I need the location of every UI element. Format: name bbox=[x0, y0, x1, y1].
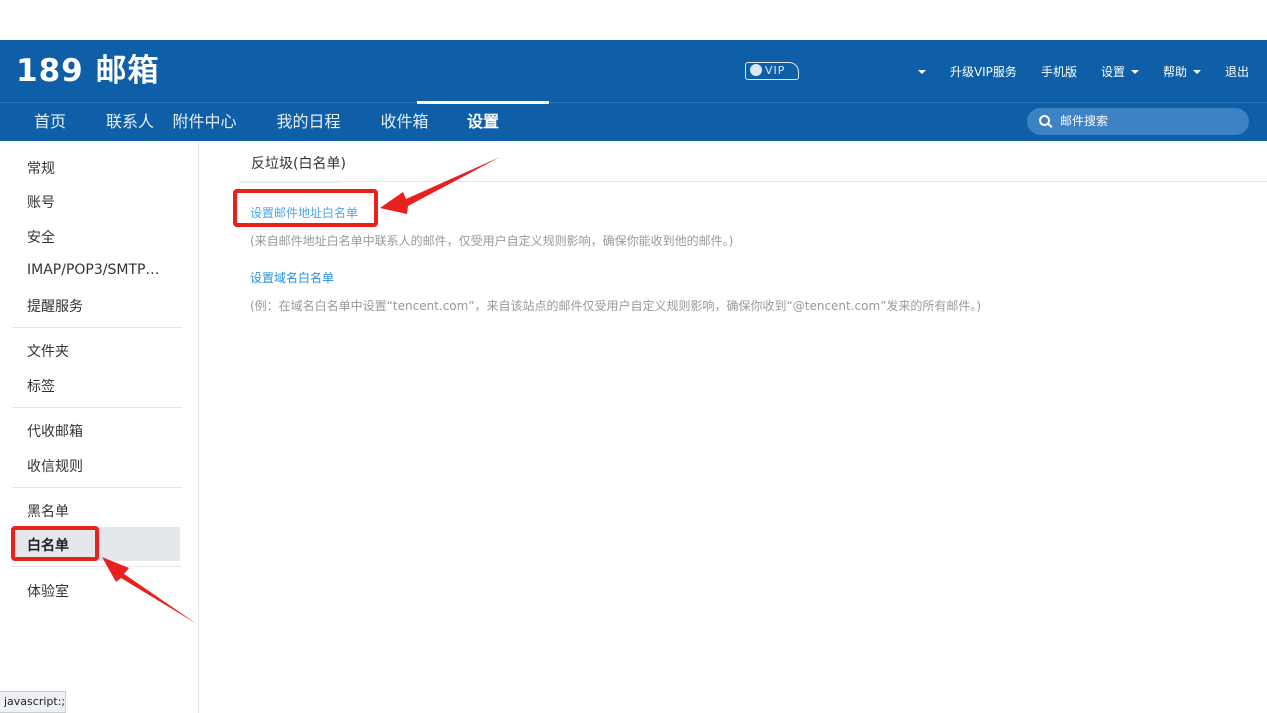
arrow-icon bbox=[102, 557, 197, 624]
arrow-icon bbox=[380, 157, 500, 214]
annotation-arrows bbox=[102, 157, 500, 624]
status-bar: javascript:; bbox=[0, 691, 66, 713]
